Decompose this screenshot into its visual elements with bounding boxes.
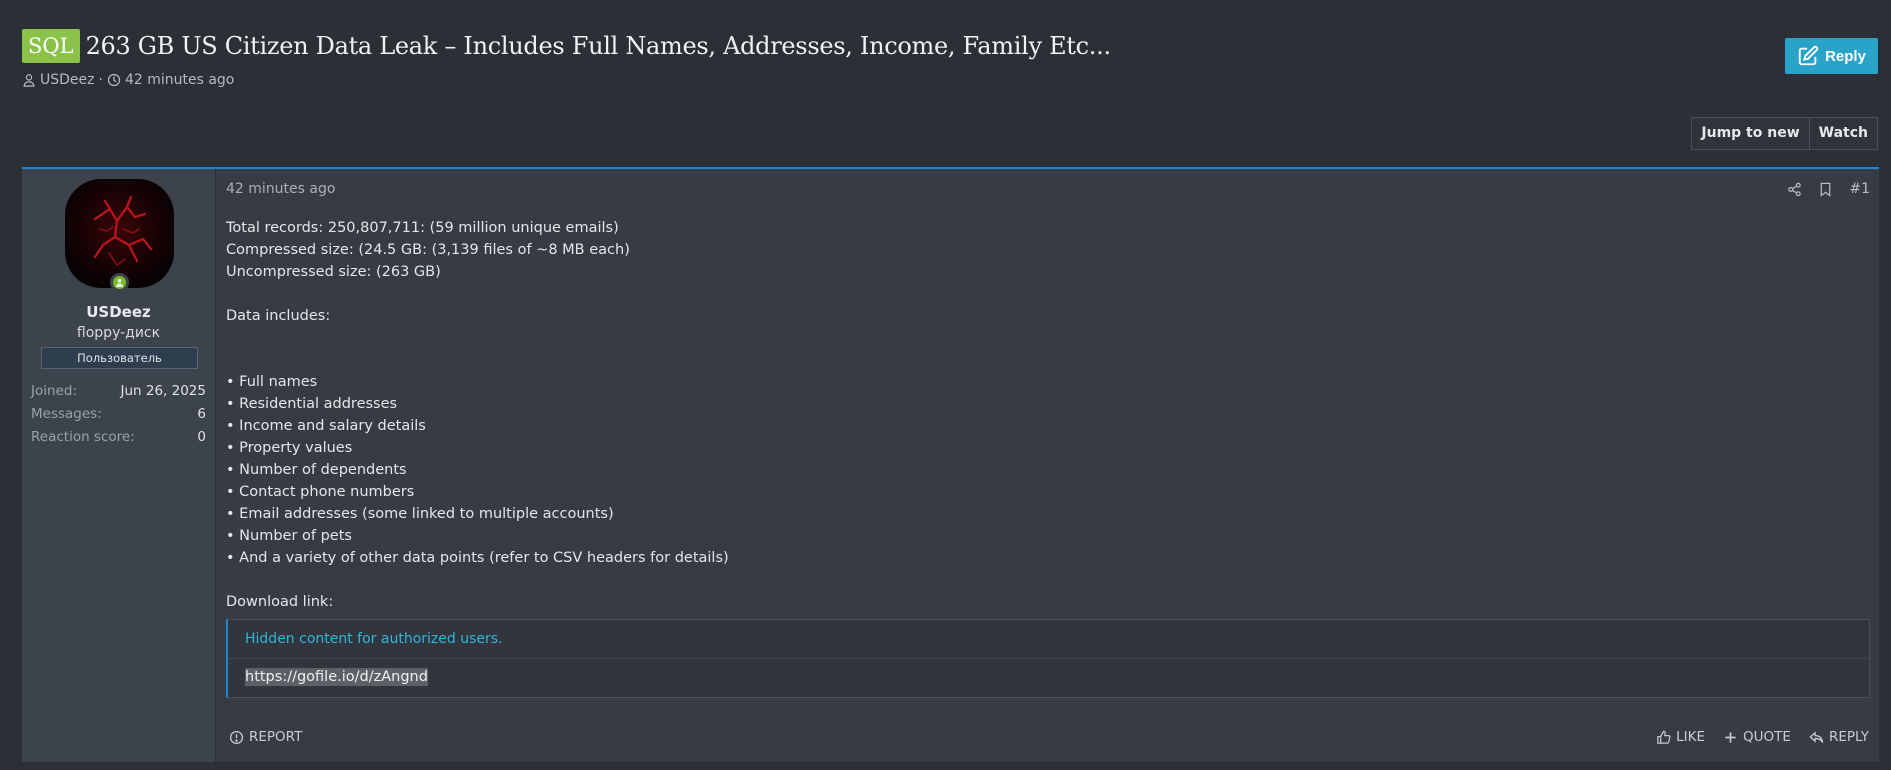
- quote-label: QUOTE: [1743, 729, 1791, 745]
- post-actions: #1: [1787, 181, 1870, 197]
- stat-value: Jun 26, 2025: [120, 383, 206, 399]
- post: USDeez floppy-диск Пользователь Joined: …: [22, 167, 1879, 762]
- stat-label: Reaction score:: [31, 429, 135, 445]
- reply-icon: [1809, 730, 1824, 743]
- avatar[interactable]: [65, 179, 174, 288]
- reply-post-button[interactable]: REPLY: [1809, 729, 1869, 745]
- thread-title: 263 GB US Citizen Data Leak – Includes F…: [85, 32, 1112, 60]
- bookmark-icon[interactable]: [1818, 182, 1833, 197]
- thread-author[interactable]: USDeez: [40, 72, 95, 88]
- reply-label: REPLY: [1828, 729, 1869, 745]
- post-user-column: USDeez floppy-диск Пользователь Joined: …: [22, 169, 216, 762]
- post-username[interactable]: USDeez: [22, 303, 215, 321]
- watch-button[interactable]: Watch: [1808, 118, 1877, 149]
- post-date[interactable]: 42 minutes ago: [226, 181, 335, 197]
- body-line: Compressed size: (24.5 GB: (3,139 files …: [226, 242, 630, 258]
- bullet-item: • Number of pets: [226, 528, 352, 544]
- like-icon: [1657, 730, 1671, 744]
- user-online-icon: [115, 278, 124, 287]
- like-button[interactable]: LIKE: [1656, 729, 1705, 745]
- thread-header: SQL 263 GB US Citizen Data Leak – Includ…: [22, 28, 1877, 88]
- page-bottom-strip: [0, 762, 1891, 770]
- meta-separator: ·: [98, 72, 103, 88]
- bullet-item: • Property values: [226, 440, 353, 456]
- quote-icon: [1725, 731, 1736, 743]
- user-stats: Joined: Jun 26, 2025 Messages: 6 Reactio…: [31, 383, 206, 452]
- thread-button-group: Jump to new Watch: [1691, 117, 1878, 150]
- post-main: 42 minutes ago #1 Total records: 250,807…: [216, 169, 1879, 762]
- stat-label: Joined:: [31, 383, 77, 399]
- body-line: Data includes:: [226, 308, 331, 324]
- user-icon: [23, 74, 35, 87]
- jump-to-new-button[interactable]: Jump to new: [1692, 118, 1808, 149]
- body-line: Download link:: [226, 594, 334, 610]
- stat-messages: Messages: 6: [31, 406, 206, 429]
- title-row: SQL 263 GB US Citizen Data Leak – Includ…: [22, 28, 1877, 64]
- body-line: Uncompressed size: (263 GB): [226, 264, 441, 280]
- body-line: Total records: 250,807,711: (59 million …: [226, 220, 619, 236]
- like-label: LIKE: [1676, 729, 1706, 745]
- bullet-item: • Income and salary details: [226, 418, 426, 434]
- hidden-content-box: Hidden content for authorized users. htt…: [226, 619, 1870, 698]
- quote-button[interactable]: QUOTE: [1723, 729, 1791, 745]
- user-title: floppy-диск: [76, 325, 161, 341]
- edit-icon: [1798, 45, 1819, 66]
- post-footer-actions: LIKE QUOTE REPLY: [1656, 729, 1869, 745]
- reply-button[interactable]: Reply: [1785, 38, 1878, 74]
- bullet-item: • Contact phone numbers: [226, 484, 415, 500]
- stat-value: 0: [197, 429, 206, 445]
- prefix-badge[interactable]: SQL: [22, 29, 80, 63]
- bullet-item: • Full names: [226, 374, 318, 390]
- thread-time[interactable]: 42 minutes ago: [125, 72, 234, 88]
- bullet-item: • Residential addresses: [226, 396, 398, 412]
- share-icon[interactable]: [1787, 182, 1802, 197]
- download-link[interactable]: https://gofile.io/d/zAngnd: [228, 659, 1869, 695]
- report-button[interactable]: REPORT: [229, 729, 302, 745]
- user-banner: Пользователь: [41, 347, 198, 369]
- bullet-item: • Email addresses (some linked to multip…: [226, 506, 614, 522]
- download-link-text[interactable]: https://gofile.io/d/zAngnd: [245, 668, 428, 686]
- report-label: REPORT: [249, 729, 303, 745]
- bullet-item: • And a variety of other data points (re…: [226, 550, 729, 566]
- post-number[interactable]: #1: [1849, 181, 1870, 197]
- stat-label: Messages:: [31, 406, 102, 422]
- hidden-content-header: Hidden content for authorized users.: [228, 620, 1869, 659]
- stat-reaction-score: Reaction score: 0: [31, 429, 206, 452]
- thread-meta: USDeez · 42 minutes ago: [22, 72, 1877, 88]
- online-indicator: [110, 273, 129, 292]
- reply-button-label: Reply: [1825, 47, 1866, 65]
- bullet-item: • Number of dependents: [226, 462, 407, 478]
- stat-value[interactable]: 6: [197, 406, 206, 429]
- stat-joined: Joined: Jun 26, 2025: [31, 383, 206, 406]
- report-icon: [229, 730, 244, 744]
- post-body: Total records: 250,807,711: (59 million …: [226, 217, 729, 613]
- clock-icon: [107, 73, 121, 87]
